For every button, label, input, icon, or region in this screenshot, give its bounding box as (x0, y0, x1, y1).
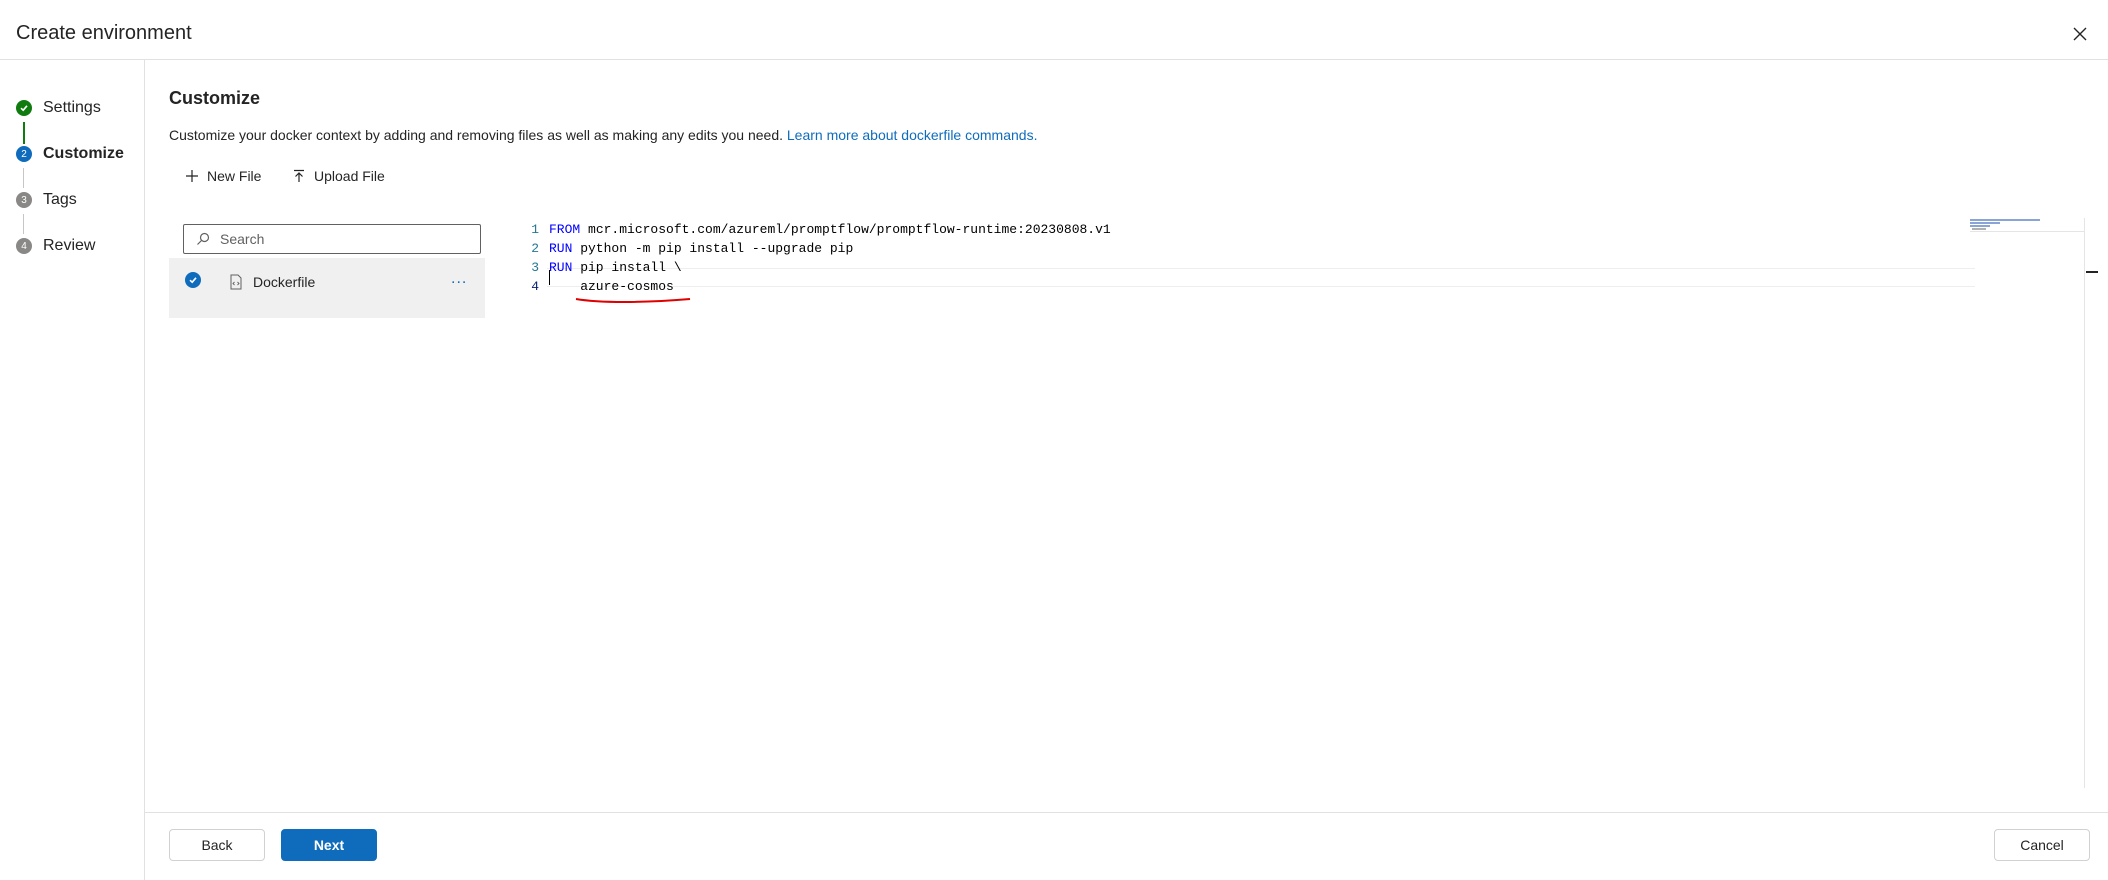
dialog-header: Create environment (0, 0, 2108, 60)
step-number: 4 (16, 238, 32, 254)
step-label: Customize (43, 145, 124, 162)
learn-more-link[interactable]: Learn more about dockerfile commands. (787, 127, 1038, 143)
section-description: Customize your docker context by adding … (169, 127, 1037, 143)
search-box[interactable] (183, 224, 481, 254)
code-text: azure-cosmos (549, 279, 674, 294)
upload-file-label: Upload File (314, 168, 385, 184)
upload-file-button[interactable]: Upload File (292, 162, 385, 190)
back-button[interactable]: Back (169, 829, 265, 861)
check-icon (16, 100, 32, 116)
code-line: RUN python -m pip install --upgrade pip (549, 241, 853, 256)
scrollbar-marker (2086, 271, 2098, 273)
editor-minimap[interactable] (1970, 218, 2084, 232)
line-number: 3 (531, 260, 539, 275)
close-icon[interactable] (2070, 24, 2090, 44)
step-tags[interactable]: 3 Tags (16, 188, 77, 212)
next-button[interactable]: Next (281, 829, 377, 861)
code-text: mcr.microsoft.com/azureml/promptflow/pro… (580, 222, 1111, 237)
current-line-highlight (547, 268, 1975, 287)
file-list-pane: Dockerfile ... (169, 218, 485, 380)
step-number: 3 (16, 192, 32, 208)
search-input[interactable] (218, 230, 462, 248)
upload-icon (294, 169, 304, 182)
step-connector (23, 214, 24, 234)
step-customize[interactable]: 2 Customize (16, 142, 124, 166)
code-text: python -m pip install --upgrade pip (572, 241, 854, 256)
step-number: 2 (16, 146, 32, 162)
section-heading: Customize (169, 88, 261, 108)
document-code-icon (230, 274, 242, 290)
wizard-steps: Settings 2 Customize 3 Tags 4 Review (0, 60, 145, 880)
search-icon (197, 232, 210, 245)
description-text: Customize your docker context by adding … (169, 127, 783, 143)
step-settings[interactable]: Settings (16, 96, 101, 120)
code-editor[interactable]: 1 FROM mcr.microsoft.com/azureml/promptf… (509, 218, 2108, 788)
dialog-footer: Back Next Cancel (145, 812, 2108, 880)
plus-icon (186, 170, 198, 182)
file-item-dockerfile[interactable]: Dockerfile ... (169, 258, 485, 318)
step-connector (23, 122, 25, 144)
code-keyword: RUN (549, 241, 573, 256)
code-line: FROM mcr.microsoft.com/azureml/promptflo… (549, 222, 1111, 237)
code-line: RUN pip install \ (549, 260, 682, 275)
step-label: Settings (43, 99, 101, 116)
line-number: 4 (531, 279, 539, 294)
code-text: pip install \ (572, 260, 682, 275)
more-options-button[interactable]: ... (451, 270, 467, 288)
line-number: 2 (531, 241, 539, 256)
line-number: 1 (531, 222, 539, 237)
code-line: azure-cosmos (549, 279, 674, 294)
step-connector (23, 168, 24, 188)
step-label: Review (43, 237, 96, 254)
new-file-label: New File (207, 168, 262, 184)
annotation-underline (575, 298, 691, 304)
new-file-button[interactable]: New File (185, 162, 261, 190)
selected-check-icon[interactable] (185, 272, 201, 288)
code-keyword: FROM (549, 222, 581, 237)
file-name: Dockerfile (253, 274, 316, 290)
editor-scrollbar[interactable] (2084, 218, 2085, 788)
cancel-button[interactable]: Cancel (1994, 829, 2090, 861)
step-review[interactable]: 4 Review (16, 234, 95, 258)
code-keyword: RUN (549, 260, 573, 275)
dialog-title: Create environment (16, 22, 192, 44)
step-label: Tags (43, 191, 77, 208)
